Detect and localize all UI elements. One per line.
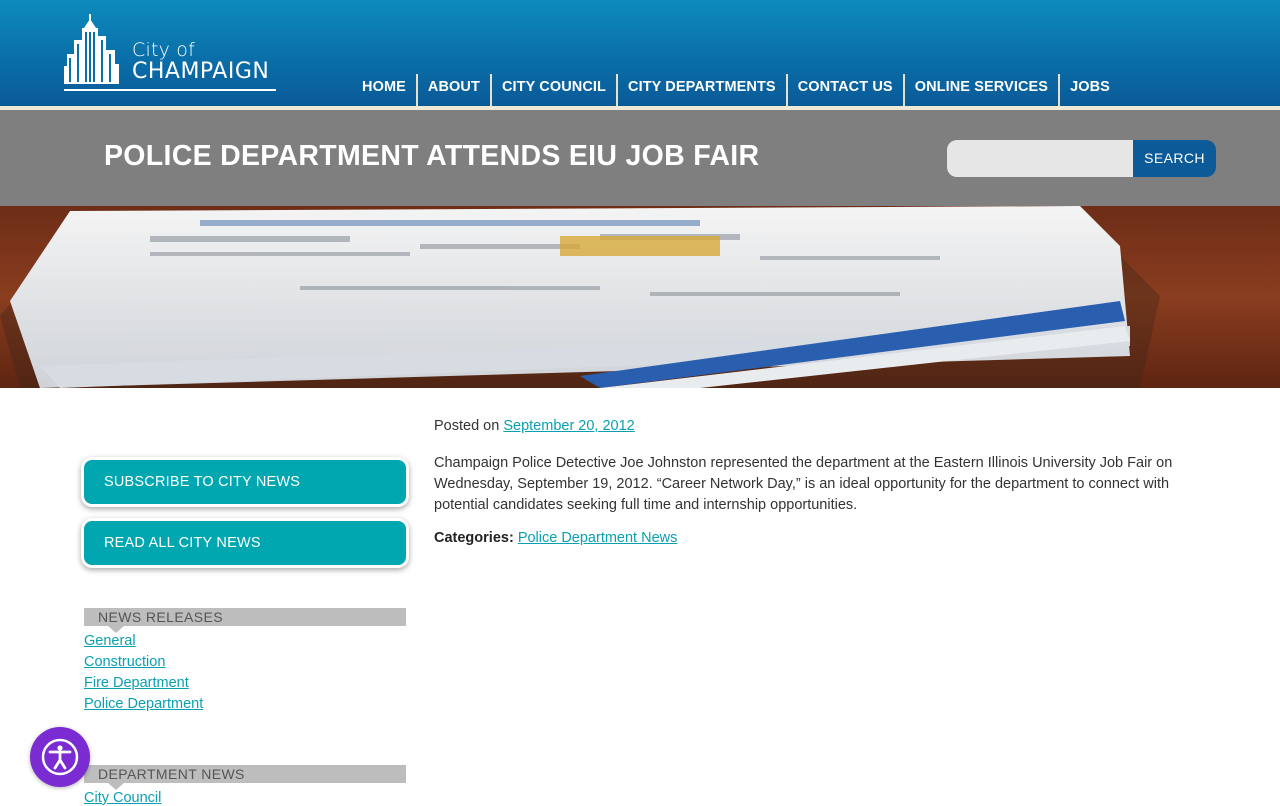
logo-city-of: City of bbox=[132, 39, 195, 61]
news-link-general[interactable]: General bbox=[84, 633, 136, 649]
search-button[interactable]: SEARCH bbox=[1133, 140, 1216, 177]
department-news-heading: DEPARTMENT NEWS bbox=[84, 765, 406, 790]
logo-champaign: CHAMPAIGN bbox=[132, 59, 270, 84]
post-categories: Categories: Police Department News bbox=[434, 530, 677, 546]
hero-newspaper-image bbox=[0, 206, 1280, 388]
site-header: City of CHAMPAIGN HOME ABOUT CITY COUNCI… bbox=[0, 0, 1280, 106]
nav-online-services[interactable]: ONLINE SERVICES bbox=[902, 74, 1058, 106]
newspaper-stack-illustration bbox=[0, 206, 1160, 388]
category-link[interactable]: Police Department News bbox=[518, 530, 678, 546]
title-band: POLICE DEPARTMENT ATTENDS EIU JOB FAIR S… bbox=[0, 110, 1280, 206]
nav-jobs[interactable]: JOBS bbox=[1058, 74, 1120, 106]
accessibility-button[interactable] bbox=[30, 727, 90, 787]
categories-label: Categories: bbox=[434, 530, 514, 546]
logo-underline bbox=[64, 89, 276, 91]
city-building-icon bbox=[64, 14, 119, 84]
search-input[interactable] bbox=[947, 140, 1135, 177]
post-date-link[interactable]: September 20, 2012 bbox=[503, 418, 634, 434]
nav-contact-us[interactable]: CONTACT US bbox=[785, 74, 903, 106]
heading-notch bbox=[108, 626, 124, 633]
city-logo[interactable]: City of CHAMPAIGN bbox=[62, 12, 282, 94]
nav-city-council[interactable]: CITY COUNCIL bbox=[489, 74, 616, 106]
news-link-police-department[interactable]: Police Department bbox=[84, 696, 203, 712]
nav-city-departments[interactable]: CITY DEPARTMENTS bbox=[616, 74, 786, 106]
department-news-heading-label: DEPARTMENT NEWS bbox=[98, 766, 245, 782]
news-releases-heading: NEWS RELEASES bbox=[84, 608, 406, 633]
subscribe-city-news-button[interactable]: SUBSCRIBE TO CITY NEWS bbox=[84, 460, 406, 504]
news-releases-heading-label: NEWS RELEASES bbox=[98, 609, 224, 625]
article-body: Champaign Police Detective Joe Johnston … bbox=[434, 455, 1173, 513]
dept-link-city-council[interactable]: City Council bbox=[84, 790, 161, 806]
nav-about[interactable]: ABOUT bbox=[415, 74, 490, 106]
main-nav: HOME ABOUT CITY COUNCIL CITY DEPARTMENTS… bbox=[352, 74, 1120, 106]
heading-notch bbox=[108, 783, 124, 790]
posted-on: Posted on September 20, 2012 bbox=[434, 418, 635, 434]
news-link-construction[interactable]: Construction bbox=[84, 654, 165, 670]
news-link-fire-department[interactable]: Fire Department bbox=[84, 675, 189, 691]
nav-home[interactable]: HOME bbox=[352, 74, 416, 106]
posted-prefix: Posted on bbox=[434, 418, 500, 434]
page-title: POLICE DEPARTMENT ATTENDS EIU JOB FAIR bbox=[104, 140, 760, 172]
read-all-city-news-button[interactable]: READ ALL CITY NEWS bbox=[84, 521, 406, 565]
accessibility-icon bbox=[41, 738, 79, 776]
